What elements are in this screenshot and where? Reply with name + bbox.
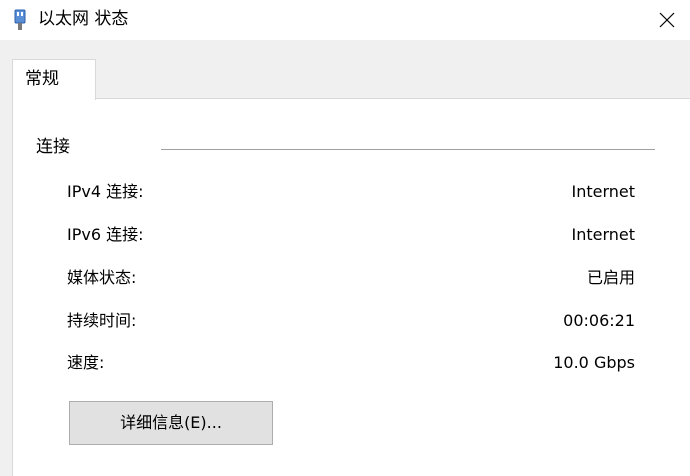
speed-row: 速度: 10.0 Gbps (67, 351, 635, 375)
tab-general[interactable]: 常规 (12, 59, 96, 100)
network-adapter-icon (13, 9, 27, 31)
duration-value: 00:06:21 (563, 311, 635, 330)
details-button[interactable]: 详细信息(E)... (69, 401, 273, 445)
duration-label: 持续时间: (67, 311, 137, 330)
speed-label: 速度: (67, 353, 105, 372)
ipv4-connection-row: IPv4 连接: Internet (67, 180, 635, 204)
title-bar: 以太网 状态 (0, 0, 690, 40)
close-button[interactable] (644, 0, 690, 40)
media-state-row: 媒体状态: 已启用 (67, 266, 635, 290)
ipv6-connection-label: IPv6 连接: (67, 225, 144, 244)
connection-section-title: 连接 (36, 137, 70, 157)
ipv6-connection-row: IPv6 连接: Internet (67, 223, 635, 247)
ipv4-connection-label: IPv4 连接: (67, 182, 144, 201)
ipv6-connection-value: Internet (571, 225, 635, 244)
duration-row: 持续时间: 00:06:21 (67, 309, 635, 333)
section-divider (161, 149, 655, 150)
general-tab-panel: 连接 IPv4 连接: Internet IPv6 连接: Internet 媒… (12, 98, 690, 476)
media-state-label: 媒体状态: (67, 268, 137, 287)
tab-general-label: 常规 (25, 69, 59, 89)
ipv4-connection-value: Internet (571, 182, 635, 201)
ethernet-status-window: 以太网 状态 常规 连接 IPv4 连接: Internet IPv6 连接: … (0, 0, 690, 476)
close-icon (659, 12, 675, 28)
speed-value: 10.0 Gbps (553, 353, 635, 372)
window-title: 以太网 状态 (38, 9, 129, 29)
media-state-value: 已启用 (586, 268, 635, 287)
